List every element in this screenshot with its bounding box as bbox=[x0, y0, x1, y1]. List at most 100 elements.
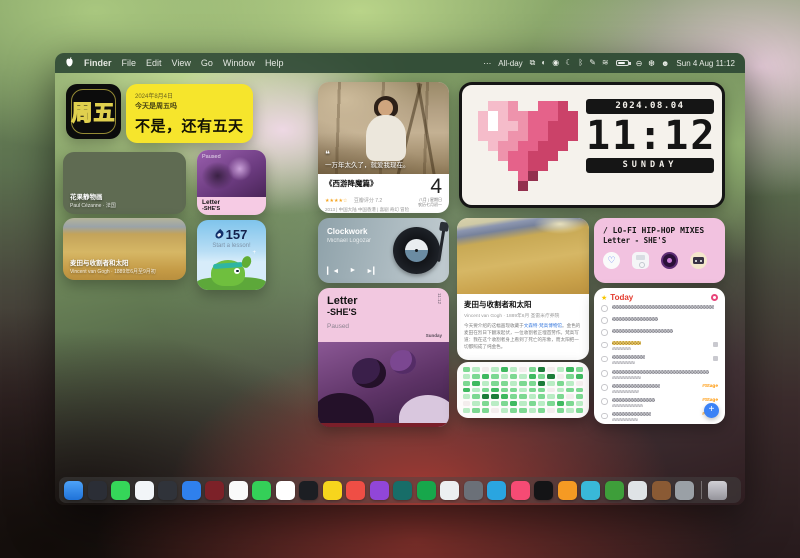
status-glyph-icon[interactable]: ☻ bbox=[661, 59, 669, 68]
movie-widget[interactable]: ❝ 一万年太久了，就爱我现在。 《西游降魔篇》 ★★★★☆ 豆瓣评分 7.2 2… bbox=[318, 82, 449, 213]
reminder-checkbox[interactable] bbox=[601, 370, 608, 377]
music-widget-large[interactable]: Letter -SHE'S Paused 11:12 Sunday bbox=[318, 288, 449, 427]
today-reminders-widget[interactable]: ★ Today #Stage#Stage#Stage + bbox=[594, 288, 725, 424]
dock-icon-downloads[interactable] bbox=[558, 481, 577, 500]
reminder-checkbox[interactable] bbox=[601, 317, 608, 324]
status-glyph-icon[interactable]: ᛒ bbox=[578, 58, 583, 68]
menu-item-window[interactable]: Window bbox=[223, 58, 255, 68]
status-glyph-icon[interactable]: ≋ bbox=[602, 58, 609, 68]
dock-icon-safari[interactable] bbox=[135, 481, 154, 500]
contribution-grid-widget[interactable] bbox=[457, 362, 589, 418]
pixel-clock-widget[interactable]: 2024.08.04 11:12 SUNDAY bbox=[459, 82, 725, 208]
dock-icon-mail[interactable] bbox=[182, 481, 201, 500]
status-glyph-icon[interactable]: ❆ bbox=[648, 59, 655, 68]
more-icon[interactable]: ⋯ bbox=[483, 59, 491, 68]
contribution-cell bbox=[529, 408, 536, 413]
status-glyph-icon[interactable]: ◐ bbox=[541, 58, 546, 68]
reminder-row[interactable] bbox=[601, 314, 718, 326]
dock-icon-trash[interactable] bbox=[708, 481, 727, 500]
reminder-row[interactable]: #Stage bbox=[601, 410, 718, 424]
museum-link[interactable]: 文森特·梵高博物馆 bbox=[524, 323, 562, 328]
description-text: 今天要介绍的这幅画现收藏于 bbox=[464, 323, 524, 328]
lofi-widget[interactable]: / LO-FI HIP-HOP MIXES Letter - SHE'S ♡ bbox=[594, 218, 725, 283]
status-glyph-icon[interactable]: ✎ bbox=[589, 58, 596, 68]
dock-icon-fitness[interactable] bbox=[511, 481, 530, 500]
art-widget-vangogh[interactable]: 麦田与收割者和太阳 Vincent van Gogh · 1889年6月至9月初 bbox=[63, 218, 186, 280]
reminder-row[interactable]: #Stage bbox=[601, 395, 718, 409]
dock-icon-files[interactable] bbox=[628, 481, 647, 500]
reminder-checkbox[interactable] bbox=[601, 413, 608, 420]
all-day-label[interactable]: All-day bbox=[498, 59, 522, 68]
status-glyph-icon[interactable]: ⧉ bbox=[530, 58, 536, 68]
menu-item-go[interactable]: Go bbox=[201, 58, 213, 68]
music-widget-small[interactable]: Paused Letter -SHE'S bbox=[197, 150, 266, 215]
art-widget-cezanne[interactable]: 花果静物画 Paul Cézanne · 法国 bbox=[63, 152, 186, 214]
cassette-icon[interactable] bbox=[690, 252, 707, 269]
dock-icon-terminal[interactable] bbox=[158, 481, 177, 500]
menu-item-edit[interactable]: Edit bbox=[146, 58, 162, 68]
menu-bar: Finder File Edit View Go Window Help ⋯ All-day… bbox=[55, 53, 745, 73]
vinyl-icon[interactable] bbox=[661, 252, 678, 269]
art-detail-widget[interactable]: 麦田与收割者和太阳 Vincent van Gogh · 1889年6月 圣雷米… bbox=[457, 218, 589, 360]
reminder-checkbox[interactable] bbox=[601, 398, 608, 405]
reminder-row[interactable]: #Stage bbox=[601, 381, 718, 395]
sparkle-icon: + bbox=[252, 250, 256, 256]
dock-icon-calendar[interactable] bbox=[276, 481, 295, 500]
reminder-row[interactable] bbox=[601, 326, 718, 338]
dock-icon-pages[interactable] bbox=[440, 481, 459, 500]
art-artist: Paul Cézanne · 法国 bbox=[70, 202, 116, 209]
reminder-checkbox[interactable] bbox=[601, 329, 608, 336]
play-button[interactable]: ► bbox=[349, 267, 356, 275]
dock-icon-facetime[interactable] bbox=[252, 481, 271, 500]
dock-icon-tv[interactable] bbox=[299, 481, 318, 500]
dock-icon-notes[interactable] bbox=[323, 481, 342, 500]
reminder-row[interactable] bbox=[601, 367, 718, 381]
reminder-row[interactable] bbox=[601, 302, 718, 314]
reminder-checkbox[interactable] bbox=[601, 342, 608, 349]
dock-icon-podcasts[interactable] bbox=[370, 481, 389, 500]
heart-pixel bbox=[508, 101, 518, 111]
dock-icon-books[interactable] bbox=[205, 481, 224, 500]
menu-item-finder[interactable]: Finder bbox=[84, 58, 112, 68]
dock-icon-settings[interactable] bbox=[675, 481, 694, 500]
battery-icon[interactable] bbox=[616, 60, 629, 66]
menu-item-help[interactable]: Help bbox=[265, 58, 284, 68]
friday-badge-widget[interactable]: 周五 bbox=[66, 84, 121, 139]
dock-icon-telegram[interactable] bbox=[487, 481, 506, 500]
add-reminder-button[interactable]: + bbox=[704, 403, 719, 418]
dock-icon-photos[interactable] bbox=[229, 481, 248, 500]
dock-icon-messages[interactable] bbox=[111, 481, 130, 500]
dock-icon-developer[interactable] bbox=[464, 481, 483, 500]
dock-icon-forest[interactable] bbox=[605, 481, 624, 500]
dock-icon-music[interactable] bbox=[346, 481, 365, 500]
reminder-row[interactable] bbox=[601, 339, 718, 353]
dock-icon-numbers[interactable] bbox=[393, 481, 412, 500]
dock-icon-finder[interactable] bbox=[64, 481, 83, 500]
dock-icon-weather[interactable] bbox=[581, 481, 600, 500]
status-glyph-icon[interactable]: ☾ bbox=[565, 58, 572, 68]
clock-date: 2024.08.04 bbox=[586, 99, 714, 114]
dock-icon-obsidian[interactable] bbox=[534, 481, 553, 500]
contribution-cell bbox=[576, 401, 583, 406]
next-button[interactable]: ►▎ bbox=[366, 267, 378, 275]
menu-item-view[interactable]: View bbox=[172, 58, 191, 68]
streak-widget[interactable]: 157 Start a lesson! + + bbox=[197, 220, 266, 290]
dock-icon-launchpad[interactable] bbox=[88, 481, 107, 500]
art-title: 麦田与收割者和太阳 bbox=[70, 257, 156, 267]
menu-item-file[interactable]: File bbox=[122, 58, 137, 68]
heart-doodle-icon[interactable]: ♡ bbox=[603, 252, 620, 269]
reminder-row[interactable] bbox=[601, 353, 718, 367]
apple-menu-icon[interactable] bbox=[65, 57, 74, 69]
reminder-checkbox[interactable] bbox=[601, 305, 608, 312]
music-player-icon[interactable] bbox=[632, 252, 649, 269]
reminder-checkbox[interactable] bbox=[601, 384, 608, 391]
dock-icon-wood[interactable] bbox=[652, 481, 671, 500]
status-glyph-icon[interactable]: ◉ bbox=[552, 58, 559, 68]
dock-icon-spotify[interactable] bbox=[417, 481, 436, 500]
status-glyph-icon[interactable]: ⊖ bbox=[636, 59, 643, 68]
reminder-checkbox[interactable] bbox=[601, 356, 608, 363]
menu-clock[interactable]: Sun 4 Aug 11:12 bbox=[676, 59, 735, 68]
previous-button[interactable]: ▎◄ bbox=[327, 267, 339, 275]
clockwork-player-widget[interactable]: Clockwork Michael Logozar ▎◄ ► ►▎ bbox=[318, 218, 449, 283]
countdown-widget[interactable]: 2024年8月4日 今天是周五吗 不是，还有五天 bbox=[126, 84, 253, 143]
